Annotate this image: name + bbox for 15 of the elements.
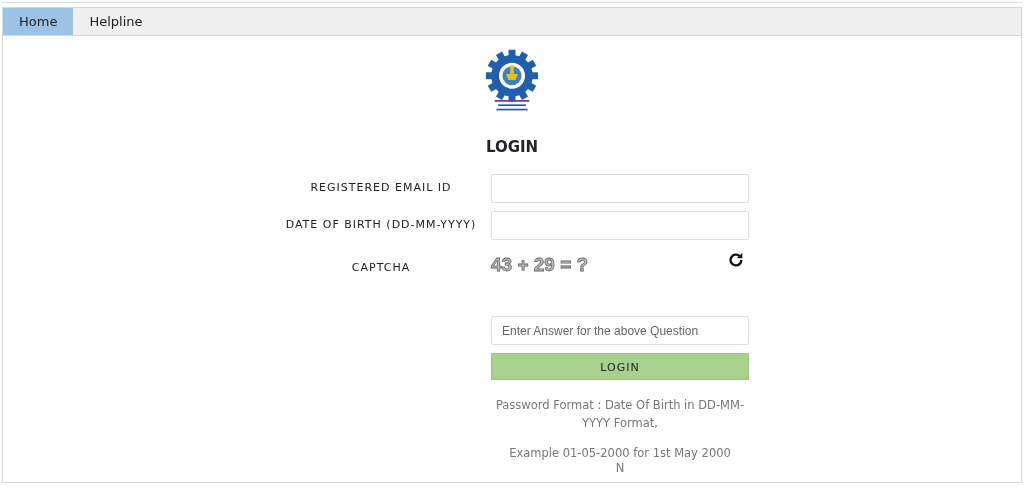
- refresh-icon[interactable]: [727, 250, 745, 269]
- field-label: CAPTCHA: [350, 259, 412, 276]
- login-button[interactable]: LOGIN: [491, 353, 749, 380]
- nav-tab[interactable]: Home: [3, 8, 74, 35]
- field-label: DATE OF BIRTH (DD-MM-YYYY): [284, 217, 478, 234]
- nav-tab[interactable]: Helpline: [73, 8, 159, 35]
- input-field[interactable]: [491, 174, 749, 204]
- login-title: LOGIN: [485, 136, 539, 158]
- help-text: Example 01-05-2000 for 1st May 2000: [508, 445, 732, 462]
- answer-field[interactable]: Enter Answer for the above Question: [491, 316, 749, 345]
- field-label: REGISTERED EMAIL ID: [309, 180, 453, 197]
- help-text: Password Format : Date Of Birth in DD-MM-YYYY Format,: [494, 397, 746, 432]
- help-text: N: [614, 462, 626, 474]
- input-field[interactable]: [491, 211, 749, 241]
- captcha-question: 43 + 29 = ?: [491, 252, 589, 277]
